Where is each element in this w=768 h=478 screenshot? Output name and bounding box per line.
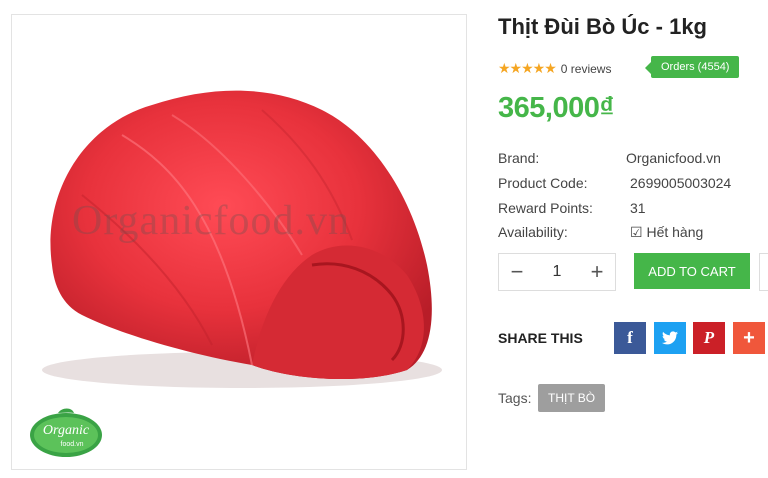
- wishlist-button[interactable]: [759, 253, 768, 291]
- orders-badge: Orders (4554): [644, 56, 740, 78]
- rating: ★★★★★ 0 reviews: [498, 60, 611, 77]
- watermark-text: Organicfood.vn: [72, 198, 350, 244]
- product-image[interactable]: Organicfood.vn Organic food.vn: [11, 14, 467, 470]
- svg-text:Organic: Organic: [43, 423, 90, 438]
- star-rating-icon: ★★★★★: [498, 60, 557, 76]
- reward-points-value: 31: [630, 200, 646, 216]
- product-code-label: Product Code:: [498, 175, 588, 191]
- pinterest-share-button[interactable]: P: [693, 322, 725, 354]
- share-label: SHARE THIS: [498, 330, 583, 346]
- reward-points-label: Reward Points:: [498, 200, 593, 216]
- svg-text:food.vn: food.vn: [61, 441, 84, 448]
- check-box-icon: ☑: [630, 224, 643, 240]
- more-share-button[interactable]: +: [733, 322, 765, 354]
- availability-label: Availability:: [498, 224, 568, 240]
- organic-logo: Organic food.vn: [30, 408, 102, 457]
- decrease-button[interactable]: −: [499, 259, 535, 285]
- availability-value: ☑ Hết hàng: [630, 224, 704, 240]
- brand-label: Brand:: [498, 150, 540, 166]
- quantity-stepper: − 1 +: [498, 253, 616, 291]
- add-to-cart-button[interactable]: ADD TO CART: [634, 253, 750, 289]
- plus-icon: +: [743, 326, 755, 349]
- twitter-icon: [662, 331, 678, 345]
- product-title: Thịt Đùi Bò Úc - 1kg: [498, 14, 707, 39]
- tags-label: Tags:: [498, 390, 532, 406]
- pinterest-icon: P: [703, 328, 715, 347]
- facebook-share-button[interactable]: f: [614, 322, 646, 354]
- brand-value[interactable]: Organicfood.vn: [626, 150, 721, 166]
- twitter-share-button[interactable]: [654, 322, 686, 354]
- increase-button[interactable]: +: [579, 259, 615, 285]
- product-price: 365,000₫: [498, 92, 614, 124]
- product-code-value: 2699005003024: [630, 175, 732, 191]
- quantity-input[interactable]: 1: [539, 263, 575, 281]
- reviews-link[interactable]: 0 reviews: [561, 62, 612, 76]
- facebook-icon: f: [627, 328, 633, 347]
- tag-thit-bo[interactable]: THỊT BÒ: [538, 384, 606, 412]
